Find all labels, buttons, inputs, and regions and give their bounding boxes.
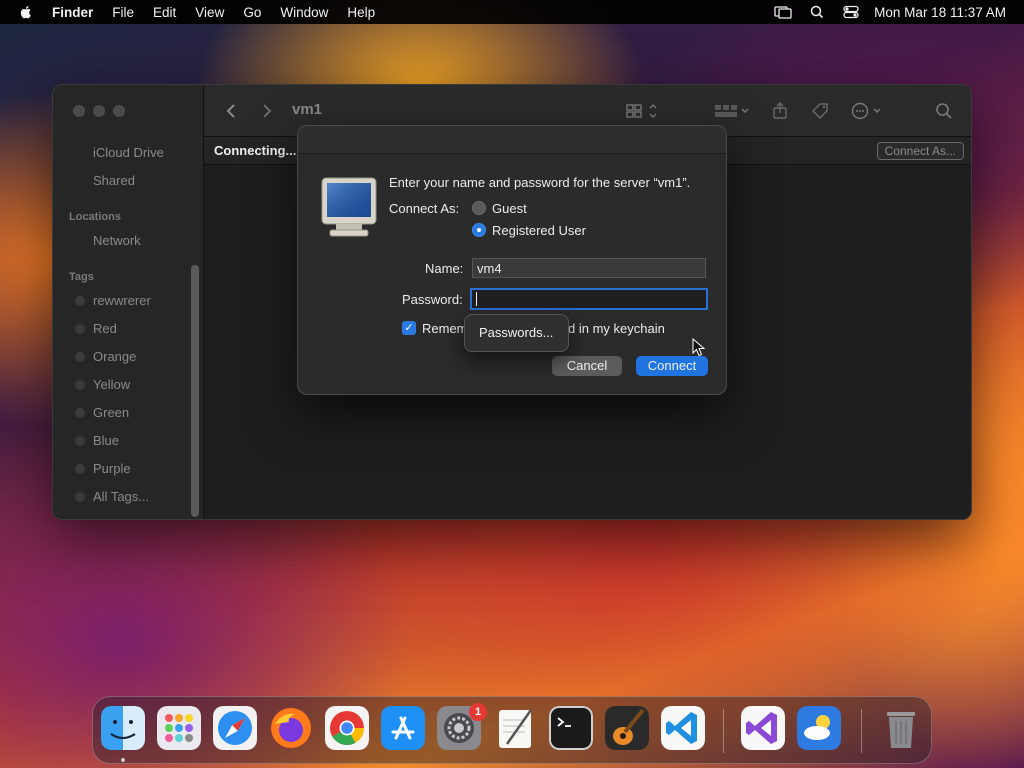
connecting-status: Connecting... xyxy=(214,143,297,158)
server-computer-icon xyxy=(321,177,377,237)
dock-safari-icon[interactable] xyxy=(213,706,257,750)
tag-dot-icon xyxy=(75,436,85,446)
dock-garageband-icon[interactable] xyxy=(605,706,649,750)
password-label: Password: xyxy=(402,292,463,307)
registered-user-radio[interactable] xyxy=(472,223,486,237)
sidebar-item-icloud-drive[interactable]: iCloud Drive xyxy=(93,145,164,160)
sidebar-tag-yellow[interactable]: Yellow xyxy=(93,377,130,392)
remember-label-end[interactable]: d in my keychain xyxy=(568,321,665,336)
cancel-button[interactable]: Cancel xyxy=(552,356,622,376)
dock-visual-studio-icon[interactable] xyxy=(741,706,785,750)
window-title: vm1 xyxy=(292,101,323,118)
dock-weather-icon[interactable] xyxy=(797,706,841,750)
menu-view[interactable]: View xyxy=(195,5,224,20)
tag-dot-icon xyxy=(75,296,85,306)
passwords-menu-item[interactable]: Passwords... xyxy=(479,325,553,340)
screen-mirroring-icon[interactable] xyxy=(774,5,792,19)
dock-terminal-icon[interactable] xyxy=(549,706,593,750)
zoom-window-button[interactable] xyxy=(113,105,125,117)
dock-app-store-icon[interactable] xyxy=(381,706,425,750)
menu-help[interactable]: Help xyxy=(347,5,375,20)
system-settings-badge: 1 xyxy=(469,703,487,721)
name-label: Name: xyxy=(425,261,464,276)
sidebar-scrollbar[interactable] xyxy=(191,265,199,517)
sidebar-header-tags: Tags xyxy=(69,271,94,283)
window-controls xyxy=(73,105,133,117)
finder-sidebar: iCloud Drive Shared Locations Network Ta… xyxy=(53,85,203,519)
tag-dot-icon xyxy=(75,464,85,474)
connect-as-button[interactable]: Connect As... xyxy=(876,142,964,160)
connect-button[interactable]: Connect xyxy=(636,356,708,376)
menu-edit[interactable]: Edit xyxy=(153,5,176,20)
menu-go[interactable]: Go xyxy=(243,5,261,20)
sidebar-tag-rewwrerer[interactable]: rewwrerer xyxy=(93,293,151,308)
sidebar-tag-purple[interactable]: Purple xyxy=(93,461,131,476)
registered-user-radio-label[interactable]: Registered User xyxy=(492,223,586,238)
control-center-icon[interactable] xyxy=(842,5,860,19)
dialog-titlebar xyxy=(298,126,726,154)
sidebar-item-shared[interactable]: Shared xyxy=(93,173,135,188)
close-window-button[interactable] xyxy=(73,105,85,117)
sidebar-tag-orange[interactable]: Orange xyxy=(93,349,136,364)
group-icon[interactable] xyxy=(712,101,752,121)
dock-trash-icon[interactable] xyxy=(879,706,923,750)
dialog-prompt: Enter your name and password for the ser… xyxy=(389,175,691,190)
remember-password-checkbox[interactable]: ✓ xyxy=(402,321,416,335)
dock-chrome-icon[interactable] xyxy=(325,706,369,750)
guest-radio-label[interactable]: Guest xyxy=(492,201,527,216)
apple-icon[interactable] xyxy=(18,4,34,20)
sidebar-tag-all-tags[interactable]: All Tags... xyxy=(93,489,149,504)
passwords-autofill-popover[interactable]: Passwords... xyxy=(464,314,569,352)
search-icon[interactable] xyxy=(934,101,954,121)
tag-dot-icon xyxy=(75,492,85,502)
dock-separator xyxy=(723,709,724,753)
sidebar-tag-blue[interactable]: Blue xyxy=(93,433,119,448)
back-icon[interactable] xyxy=(222,101,242,121)
connect-as-label: Connect As: xyxy=(389,201,460,216)
menu-bar: Finder File Edit View Go Window Help Mon… xyxy=(0,0,1024,24)
mouse-pointer-icon xyxy=(692,338,706,357)
tag-dot-icon xyxy=(75,324,85,334)
forward-icon[interactable] xyxy=(256,101,276,121)
dock-firefox-icon[interactable] xyxy=(269,706,313,750)
dock-finder-icon[interactable] xyxy=(101,706,145,750)
minimize-window-button[interactable] xyxy=(93,105,105,117)
tag-icon[interactable] xyxy=(810,101,830,121)
menubar-clock[interactable]: Mon Mar 18 11:37 AM xyxy=(874,5,1006,20)
view-grid-icon[interactable] xyxy=(624,101,664,121)
dock-textedit-icon[interactable] xyxy=(493,706,537,750)
guest-radio[interactable] xyxy=(472,201,486,215)
dock-launchpad-icon[interactable] xyxy=(157,706,201,750)
share-icon[interactable] xyxy=(770,101,790,121)
tag-dot-icon xyxy=(75,408,85,418)
more-actions-icon[interactable] xyxy=(850,101,886,121)
spotlight-search-icon[interactable] xyxy=(808,5,826,19)
sidebar-tag-green[interactable]: Green xyxy=(93,405,129,420)
sidebar-item-network[interactable]: Network xyxy=(93,233,141,248)
menu-app-finder[interactable]: Finder xyxy=(52,5,93,20)
password-field[interactable] xyxy=(470,288,708,310)
name-field[interactable] xyxy=(472,258,706,278)
connect-server-dialog: Enter your name and password for the ser… xyxy=(297,125,727,395)
menu-file[interactable]: File xyxy=(112,5,134,20)
sidebar-header-locations: Locations xyxy=(69,211,121,223)
finder-running-indicator xyxy=(121,758,125,762)
tag-dot-icon xyxy=(75,380,85,390)
menu-window[interactable]: Window xyxy=(280,5,328,20)
dock-vscode-icon[interactable] xyxy=(661,706,705,750)
sidebar-tag-red[interactable]: Red xyxy=(93,321,117,336)
text-caret xyxy=(476,292,477,306)
tag-dot-icon xyxy=(75,352,85,362)
dock: 1 xyxy=(92,696,932,764)
dock-separator xyxy=(861,709,862,753)
remember-label-start[interactable]: Remem xyxy=(422,321,468,336)
